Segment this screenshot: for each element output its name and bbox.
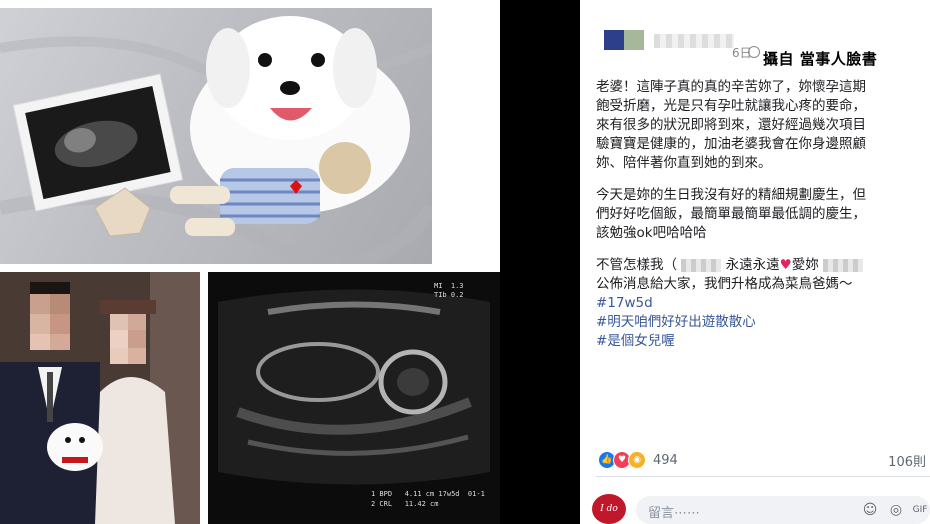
comment-bar: I do 留言⋯⋯ ☺ ◎ GIF [592, 488, 930, 524]
blurred-name [823, 258, 863, 272]
comment-input[interactable]: 留言⋯⋯ ☺ ◎ GIF [636, 496, 930, 524]
divider [596, 476, 930, 477]
scan-ti-readout: TIb 0.2 [434, 291, 464, 299]
hashtag-link[interactable]: #明天咱們好好出遊散散心 [596, 313, 930, 332]
love-line: 不管怎樣我（ 永遠永遠♥愛妳 [596, 256, 930, 275]
scan-mi-readout: MI 1.3 [434, 282, 464, 290]
poster-name-blurred[interactable] [654, 34, 734, 48]
post-paragraph-3: 不管怎樣我（ 永遠永遠♥愛妳 公佈消息給大家，我們升格成為菜鳥爸媽～ #17w5… [596, 256, 930, 351]
ultrasound-scan-photo[interactable]: MI 1.3 TIb 0.2 1 BPD 4.11 cm 17w5d 01-1 … [208, 272, 500, 524]
gif-icon[interactable]: GIF [912, 502, 928, 518]
commenter-avatar[interactable]: I do [592, 494, 626, 524]
comment-count[interactable]: 106則 [888, 451, 926, 470]
photo-collage: MI 1.3 TIb 0.2 1 BPD 4.11 cm 17w5d 01-1 … [0, 0, 500, 524]
ultrasound-image [208, 272, 500, 524]
wedding-photo[interactable] [0, 272, 200, 524]
scan-crl-measurement: 2 CRL 11.42 cm [371, 500, 439, 508]
text-line: 驗寶寶是健康的，加油老婆我會在你身邊照顧 [596, 136, 866, 152]
announce-line: 公佈消息給大家，我們升格成為菜鳥爸媽～ [596, 276, 853, 292]
love-line-prefix: 不管怎樣我（ [596, 257, 677, 273]
post-header: 6日 攝自 當事人臉書 [580, 0, 930, 68]
comment-placeholder: 留言⋯⋯ [648, 506, 701, 521]
reaction-count: 494 [653, 452, 678, 468]
post-body: 老婆！這陣子真的真的辛苦妳了，妳懷孕這期 飽受折磨，光是只有孕吐就讓我心疼的要命… [596, 78, 930, 364]
reactions-summary[interactable]: 👍 ♥ ◉ 494 [598, 450, 678, 470]
poster-avatar-blurred[interactable] [604, 30, 644, 50]
text-line: 們好好吃個飯，最簡單最簡單最低調的慶生， [596, 206, 866, 222]
love-line-mid: 永遠永遠 [725, 257, 780, 273]
dog-with-ultrasound-photo[interactable] [0, 8, 432, 264]
text-line: 飽受折磨，光是只有孕吐就讓我心疼的要命， [596, 98, 866, 114]
wow-face-icon: ◉ [628, 451, 646, 469]
post-paragraph-2: 今天是妳的生日我沒有好的精細規劃慶生，但 們好好吃個飯，最簡單最簡單最低調的慶生… [596, 186, 930, 243]
facebook-post: 6日 攝自 當事人臉書 老婆！這陣子真的真的辛苦妳了，妳懷孕這期 飽受折磨，光是… [580, 0, 930, 524]
text-line: 來有很多的狀況即將到來，還好經過幾次項目 [596, 117, 866, 133]
blurred-name [681, 258, 722, 272]
news-caption-overlay: 攝自 當事人臉書 [763, 50, 878, 68]
text-line: 妳、陪伴著你直到她的到來。 [596, 155, 772, 171]
camera-icon[interactable]: ◎ [888, 502, 904, 518]
hashtag-link[interactable]: #17w5d [596, 294, 930, 313]
text-line: 今天是妳的生日我沒有好的精細規劃慶生，但 [596, 187, 866, 203]
text-line: 該勉強ok吧哈哈哈 [596, 225, 707, 241]
globe-icon [748, 46, 760, 58]
love-line-suffix: 愛妳 [791, 257, 819, 273]
smiley-icon[interactable]: ☺ [862, 502, 878, 518]
post-paragraph-1: 老婆！這陣子真的真的辛苦妳了，妳懷孕這期 飽受折磨，光是只有孕吐就讓我心疼的要命… [596, 78, 930, 173]
hashtag-link[interactable]: #是個女兒喔 [596, 332, 930, 351]
dog-photo-illustration [0, 16, 432, 264]
wedding-photo-illustration [0, 272, 200, 524]
scan-bpd-measurement: 1 BPD 4.11 cm 17w5d 01-1 [371, 490, 485, 498]
text-line: 老婆！這陣子真的真的辛苦妳了，妳懷孕這期 [596, 79, 866, 95]
heart-icon: ♥ [779, 257, 792, 273]
